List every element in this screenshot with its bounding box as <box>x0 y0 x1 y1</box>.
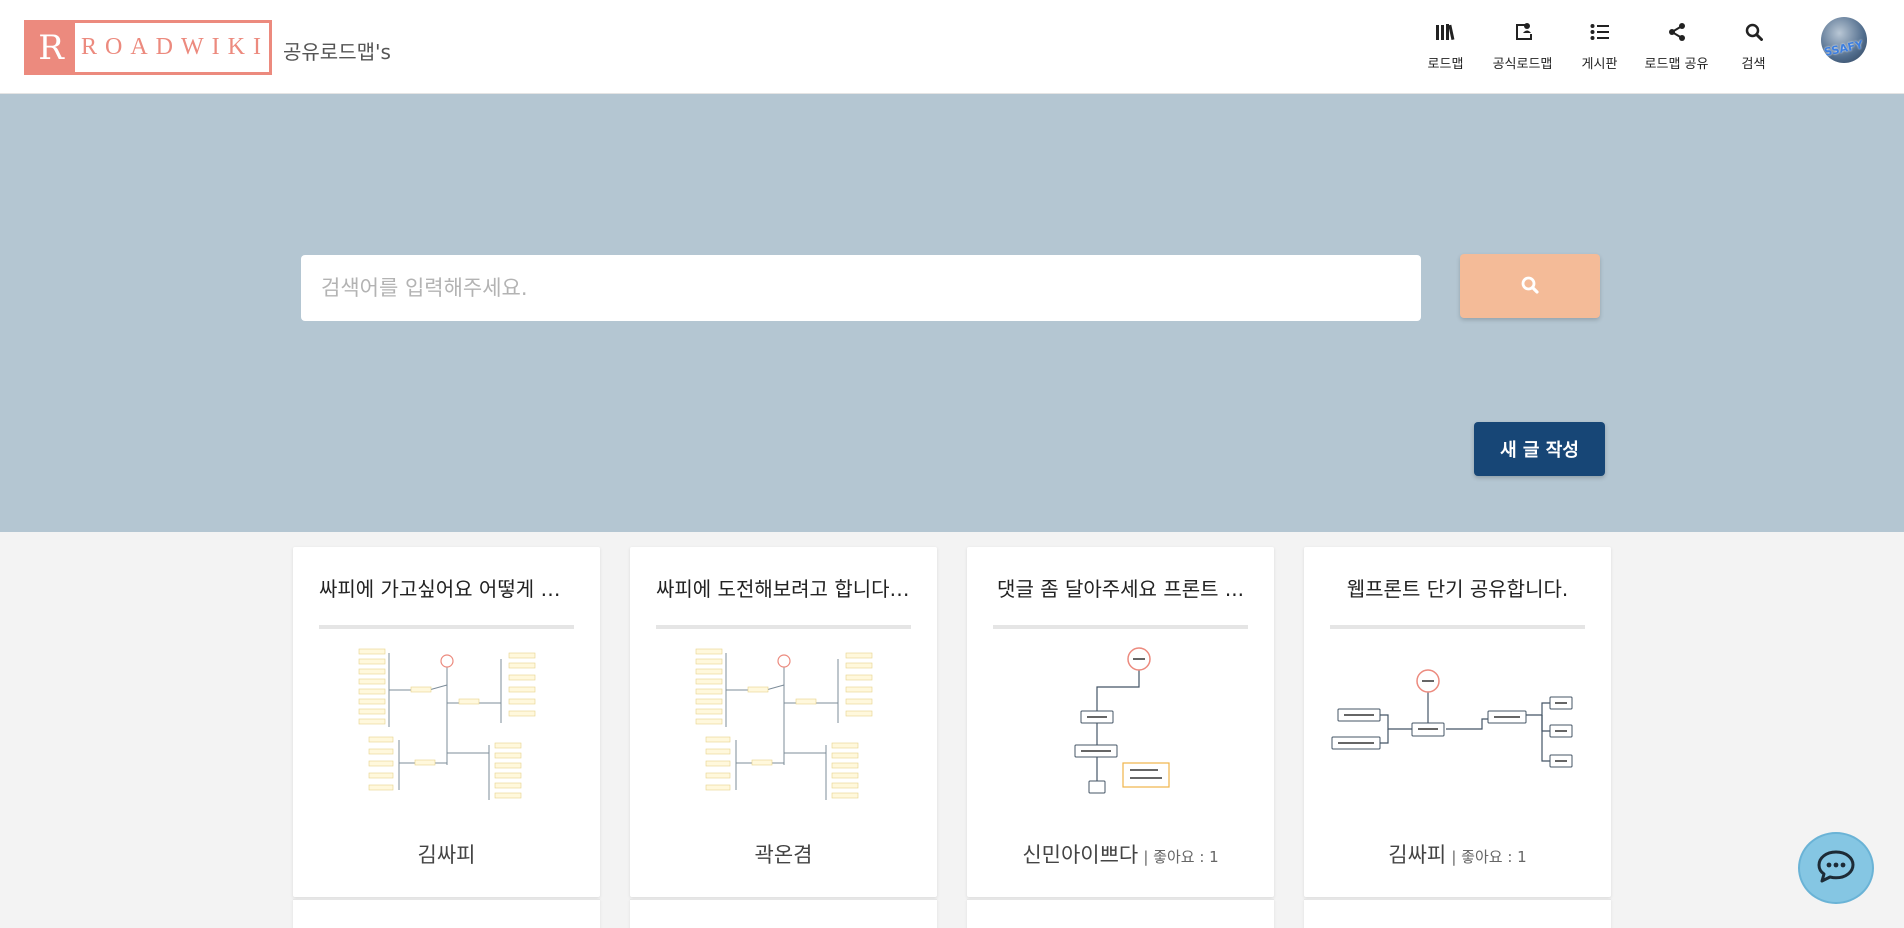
card-divider <box>1330 625 1585 629</box>
search-icon <box>1521 276 1539 297</box>
avatar[interactable]: SSAFY <box>1821 17 1867 63</box>
nav-search[interactable]: 검색 <box>1715 20 1792 72</box>
nav-search-label: 검색 <box>1741 57 1766 72</box>
card-author: 신민아이쁘다 <box>1022 843 1139 867</box>
roadmap-thumbnail <box>1074 647 1170 794</box>
logo-mark: R <box>27 23 75 72</box>
new-post-button[interactable]: 새 글 작성 <box>1474 422 1605 476</box>
site-subtitle: 공유로드맵's <box>283 40 391 64</box>
card-likes: | 좋아요 : 1 <box>1143 848 1219 866</box>
roadmap-thumbnail <box>695 648 873 800</box>
list-icon <box>1588 20 1612 44</box>
roadmap-card[interactable]: 웹프론트 단기 공유합니다. 김싸피 | 좋아요: 1 <box>1304 547 1611 897</box>
nav-roadmap-label: 로드맵 <box>1427 57 1464 72</box>
nav-board-label: 게시판 <box>1581 57 1618 72</box>
roadmap-card-partial[interactable] <box>967 899 1274 928</box>
chat-button[interactable] <box>1798 832 1874 904</box>
avatar-text: SSAFY <box>1823 38 1865 59</box>
search-button[interactable] <box>1460 254 1600 318</box>
card-title: 싸피에 도전해보려고 합니다!... <box>656 577 911 601</box>
hero-banner: 새 글 작성 <box>0 94 1904 532</box>
logo-text: ROADWIKI <box>81 34 269 60</box>
card-footer: 김싸피 <box>293 839 600 869</box>
roadmap-thumbnail <box>358 648 536 800</box>
search-icon <box>1742 20 1766 44</box>
roadmap-card-list: 싸피에 가고싶어요 어떻게 해야 할까요 <box>293 547 1611 897</box>
nav-roadmap[interactable]: 로드맵 <box>1407 20 1484 72</box>
main-nav: 로드맵 공식로드맵 게시판 로드맵 공유 검색 <box>1407 20 1792 72</box>
next-card-row <box>293 899 1611 928</box>
roadmap-card[interactable]: 싸피에 가고싶어요 어떻게 해야 할까요 <box>293 547 600 897</box>
card-footer: 곽온겸 <box>630 839 937 869</box>
card-footer: 김싸피 | 좋아요 : 1 <box>1304 839 1611 869</box>
card-divider <box>319 625 574 629</box>
user-book-icon <box>1511 20 1535 44</box>
top-header: R ROADWIKI 공유로드맵's 로드맵 공식로드맵 게시판 로드맵 공유 … <box>0 0 1904 94</box>
card-title: 싸피에 가고싶어요 어떻게 해야 할까요 <box>319 577 574 601</box>
nav-official-roadmap[interactable]: 공식로드맵 <box>1484 20 1561 72</box>
nav-roadmap-share-label: 로드맵 공유 <box>1644 57 1709 72</box>
books-icon <box>1434 20 1458 44</box>
card-divider <box>993 625 1248 629</box>
roadmap-thumbnail <box>1331 669 1573 768</box>
card-author: 김싸피 <box>417 843 476 867</box>
site-logo[interactable]: R ROADWIKI <box>24 20 272 75</box>
card-title: 댓글 좀 달아주세요 프론트 ... <box>997 577 1244 601</box>
card-author: 곽온겸 <box>754 843 813 867</box>
nav-roadmap-share[interactable]: 로드맵 공유 <box>1638 20 1715 72</box>
share-icon <box>1665 20 1689 44</box>
roadmap-card-partial[interactable] <box>1304 899 1611 928</box>
nav-board[interactable]: 게시판 <box>1561 20 1638 72</box>
card-divider <box>656 625 911 629</box>
roadmap-card[interactable]: 댓글 좀 달아주세요 프론트 ... 신민아이쁘다 | 좋아요: 1 <box>967 547 1274 897</box>
roadmap-card[interactable]: 싸피에 도전해보려고 합니다!... 곽온겸 <box>630 547 937 897</box>
chat-bubble-icon <box>1817 849 1855 887</box>
search-input[interactable] <box>301 255 1421 321</box>
card-likes: | 좋아요 : 1 <box>1451 848 1527 866</box>
card-title: 웹프론트 단기 공유합니다. <box>1346 577 1569 601</box>
nav-official-roadmap-label: 공식로드맵 <box>1492 57 1553 72</box>
roadmap-card-partial[interactable] <box>293 899 600 928</box>
card-author: 김싸피 <box>1388 843 1447 867</box>
roadmap-card-partial[interactable] <box>630 899 937 928</box>
card-footer: 신민아이쁘다 | 좋아요 : 1 <box>967 839 1274 869</box>
